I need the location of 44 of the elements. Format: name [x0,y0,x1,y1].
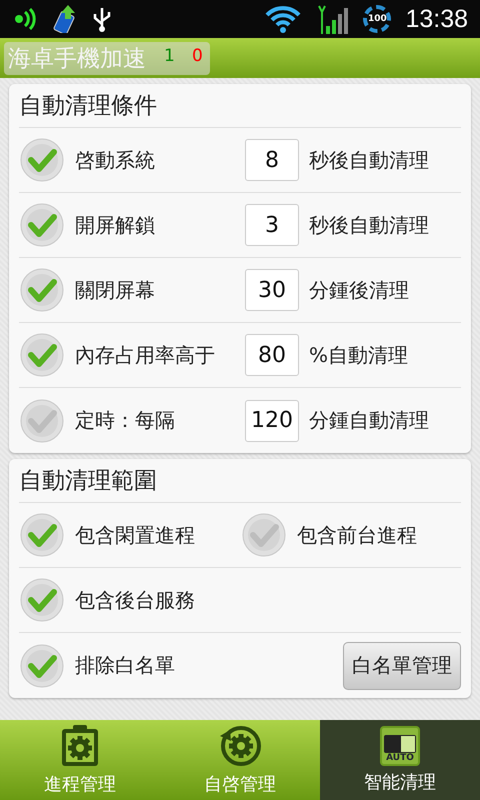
counter: 1 [164,46,175,66]
whitelist-button[interactable]: 白名單管理 [343,642,461,690]
number-field[interactable]: 80 [245,334,299,376]
checkbox[interactable] [19,512,65,558]
phone-upload-icon [52,5,78,33]
condition-suffix: 分鍾後清理 [309,276,409,304]
condition-label: 關閉屏幕 [75,276,156,304]
section-title: 自動清理條件 [19,84,461,128]
checkbox[interactable] [19,398,65,444]
condition-label: 啓動系統 [75,146,156,174]
clipboard-gear-icon [60,724,100,768]
condition-suffix: %自動清理 [309,342,408,368]
option-label: 排除白名單 [75,652,175,679]
wifi-icon [265,5,302,33]
checkbox[interactable] [241,512,287,558]
app-title: 海卓手機加速 [8,44,146,74]
condition-label: 內存占用率高于 [75,342,216,368]
counter: 0 [192,46,203,66]
option-label: 包含後台服務 [75,586,195,614]
condition-suffix: 秒後自動清理 [309,212,429,238]
checkbox[interactable] [19,202,65,248]
number-field[interactable]: 120 [245,400,299,442]
condition-label: 開屏解鎖 [75,212,156,238]
option-label: 包含閑置進程 [75,522,195,548]
checkbox[interactable] [19,267,65,313]
checkbox[interactable] [19,137,65,183]
clock: 13:38 [405,4,468,34]
section-title: 自動清理範圍 [19,459,461,503]
number-field[interactable]: 30 [245,269,299,311]
checkbox[interactable] [19,642,65,688]
auto-switch-icon: AUTO [380,726,420,766]
condition-label: 定時：每隔 [75,407,176,434]
condition-suffix: 秒後自動清理 [309,146,429,174]
number-field[interactable]: 8 [245,139,299,181]
gear-refresh-icon [218,724,262,768]
wireless-signal-icon [14,8,38,30]
usb-icon [92,6,112,32]
checkbox[interactable] [19,577,65,623]
option-label: 包含前台進程 [297,522,417,548]
condition-suffix: 分鍾自動清理 [309,407,429,434]
number-field[interactable]: 3 [245,204,299,246]
battery-indicator: 100 [363,5,392,33]
checkbox[interactable] [19,332,65,378]
tab[interactable]: AUTO 智能清理 [320,720,480,800]
